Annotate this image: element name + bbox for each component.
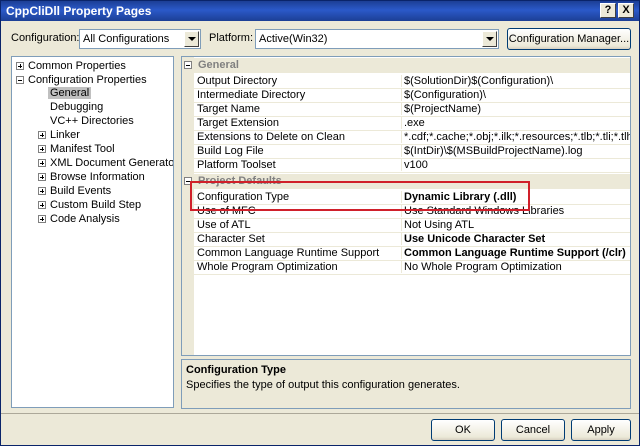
property-row[interactable]: Whole Program Optimization No Whole Prog…: [194, 260, 630, 275]
property-row[interactable]: Intermediate Directory $(Configuration)\: [194, 88, 630, 103]
platform-combo[interactable]: Active(Win32): [255, 29, 499, 49]
property-row[interactable]: Character Set Use Unicode Character Set: [194, 232, 630, 247]
property-tree: Common Properties Configuration Properti…: [11, 56, 174, 408]
description-text: Specifies the type of output this config…: [186, 379, 460, 391]
category-general[interactable]: General: [182, 58, 630, 73]
cancel-button[interactable]: Cancel: [501, 419, 565, 441]
configuration-label: Configuration:: [11, 32, 80, 44]
expand-plus-icon[interactable]: [38, 215, 46, 223]
expand-plus-icon[interactable]: [38, 159, 46, 167]
configuration-combo[interactable]: All Configurations: [79, 29, 201, 49]
property-row[interactable]: Output Directory $(SolutionDir)$(Configu…: [194, 74, 630, 89]
expand-plus-icon[interactable]: [38, 201, 46, 209]
expand-plus-icon[interactable]: [38, 131, 46, 139]
property-row[interactable]: Use of ATL Not Using ATL: [194, 218, 630, 233]
chevron-down-icon[interactable]: [482, 31, 497, 47]
configuration-toolbar: Configuration: All Configurations Platfo…: [1, 27, 639, 51]
description-panel: Configuration Type Specifies the type of…: [181, 359, 631, 409]
apply-button[interactable]: Apply: [571, 419, 631, 441]
ok-button[interactable]: OK: [431, 419, 495, 441]
platform-label: Platform:: [209, 32, 254, 44]
title-bar: CppCliDll Property Pages ? X: [1, 1, 639, 21]
property-row[interactable]: Build Log File $(IntDir)\$(MSBuildProjec…: [194, 144, 630, 159]
chevron-down-icon[interactable]: [184, 31, 199, 47]
configuration-manager-button[interactable]: Configuration Manager...: [507, 28, 631, 50]
expand-plus-icon[interactable]: [38, 145, 46, 153]
property-row[interactable]: Common Language Runtime Support Common L…: [194, 246, 630, 261]
property-pages-window: CppCliDll Property Pages ? X Configurati…: [0, 0, 640, 446]
footer-divider: [1, 413, 639, 414]
property-row[interactable]: Platform Toolset v100: [194, 158, 630, 173]
property-row[interactable]: Target Extension .exe: [194, 116, 630, 131]
expand-plus-icon[interactable]: [38, 187, 46, 195]
property-row[interactable]: Target Name $(ProjectName): [194, 102, 630, 117]
expand-plus-icon[interactable]: [38, 173, 46, 181]
property-row[interactable]: Extensions to Delete on Clean *.cdf;*.ca…: [194, 130, 630, 145]
close-button[interactable]: X: [618, 3, 634, 18]
highlight-annotation: [190, 181, 530, 211]
collapse-minus-icon[interactable]: [16, 76, 24, 84]
window-title: CppCliDll Property Pages: [6, 4, 152, 18]
configuration-value: All Configurations: [83, 33, 170, 45]
help-button[interactable]: ?: [600, 3, 616, 18]
platform-value: Active(Win32): [259, 33, 328, 45]
expand-plus-icon[interactable]: [16, 62, 24, 70]
description-title: Configuration Type: [186, 364, 287, 376]
collapse-minus-icon[interactable]: [184, 61, 192, 69]
